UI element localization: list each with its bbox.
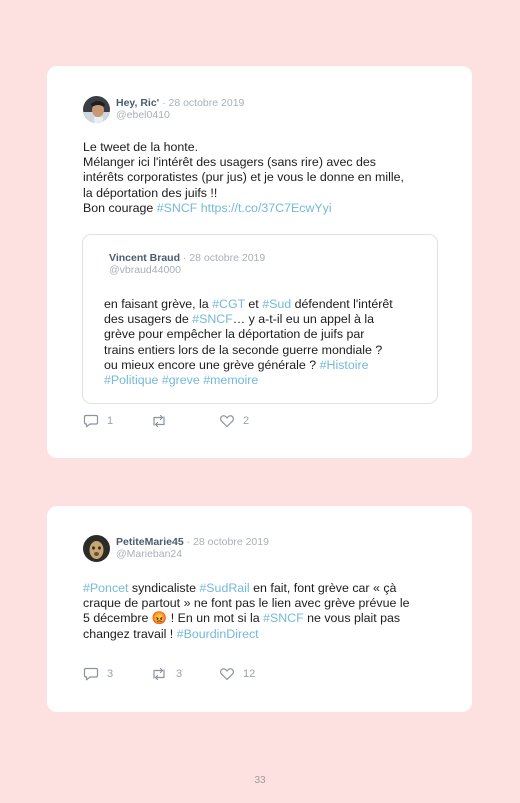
retweet-count: 3 — [176, 668, 183, 680]
hashtag-link[interactable]: #memoire — [203, 373, 258, 387]
tweet-header: PetiteMarie45 · 28 octobre 2019 @Marieba… — [116, 536, 269, 560]
quoted-line: trains entiers lors de la seconde guerre… — [104, 342, 383, 357]
retweet-icon — [150, 414, 168, 428]
tweet-line: #Poncet syndicaliste #SudRail en fait, f… — [83, 581, 453, 596]
quoted-date[interactable]: · 28 octobre 2019 — [183, 252, 265, 264]
like-button[interactable]: 12 — [219, 667, 255, 681]
tweet-line: Mélanger ici l'intérêt des usagers (sans… — [83, 155, 376, 170]
quoted-username[interactable]: Vincent Braud — [109, 252, 180, 264]
hashtag-link[interactable]: #SNCF — [192, 312, 233, 326]
tweet-line: Bon courage #SNCF https://t.co/37C7EcwYy… — [83, 201, 443, 216]
url-link[interactable]: https://t.co/37C7EcwYyi — [197, 201, 332, 215]
like-icon — [219, 414, 235, 428]
hashtag-link[interactable]: #Histoire — [320, 358, 369, 372]
text-segment: des usagers de — [104, 312, 193, 327]
text-segment: syndicaliste — [128, 581, 200, 595]
user-handle[interactable]: @Marieban24 — [116, 548, 182, 560]
text-segment: changez travail ! — [83, 626, 177, 641]
quoted-line: ou mieux encore une grève générale ? #Hi… — [104, 358, 424, 373]
like-icon — [219, 667, 235, 681]
quoted-tweet-header: Vincent Braud · 28 octobre 2019 @vbraud4… — [109, 252, 265, 276]
tweet-card-2: PetiteMarie45 · 28 octobre 2019 @Marieba… — [47, 506, 472, 712]
page-number: 33 — [254, 775, 266, 786]
hashtag-link[interactable]: #greve — [162, 373, 200, 387]
username[interactable]: Hey, Ric' — [116, 97, 159, 109]
hashtag-link[interactable]: #SNCF — [263, 611, 304, 625]
retweet-button[interactable]: 3 — [150, 667, 182, 681]
reply-icon — [83, 667, 99, 681]
text-segment: en fait, font grève car « çà — [249, 581, 397, 595]
quoted-line: en faisant grève, la #CGT et #Sud défend… — [104, 297, 424, 312]
tweet-text: Le tweet de la honte. Mélanger ici l'int… — [83, 140, 443, 216]
quoted-handle[interactable]: @vbraud44000 — [109, 264, 181, 276]
text-segment: défendent l'intérêt — [291, 297, 393, 311]
user-handle[interactable]: @ebel0410 — [116, 109, 170, 121]
reply-button[interactable]: 3 — [83, 667, 113, 681]
text-segment: … y a-t-il eu un appel à la — [232, 312, 374, 327]
text-segment: ! En un mot si la — [167, 611, 264, 626]
angry-emoji-icon: 😡 — [151, 611, 168, 626]
tweet-line: Le tweet de la honte. — [83, 140, 199, 154]
text-segment: en faisant grève, la — [104, 297, 213, 311]
text-segment: ou mieux encore une grève générale ? — [104, 357, 320, 372]
hashtag-link[interactable]: #SudRail — [199, 581, 249, 595]
hashtag-link[interactable]: #Poncet — [83, 581, 128, 595]
text-segment: et — [244, 297, 263, 311]
reply-count: 1 — [107, 415, 114, 427]
quoted-line: #Politique #greve #memoire — [104, 373, 424, 388]
tweet-text: #Poncet syndicaliste #SudRail en fait, f… — [83, 581, 453, 642]
hashtag-link[interactable]: #Politique — [104, 373, 158, 387]
tweet-line: craque de partout » ne font pas le lien … — [83, 596, 410, 611]
tweet-date[interactable]: · 28 octobre 2019 — [162, 97, 244, 109]
hashtag-link[interactable]: #BourdinDirect — [177, 627, 259, 641]
quoted-line: des usagers de #SNCF… y a-t-il eu un app… — [104, 312, 424, 327]
quoted-tweet[interactable]: Vincent Braud · 28 octobre 2019 @vbraud4… — [82, 234, 438, 404]
hashtag-link[interactable]: #SNCF — [157, 201, 198, 215]
quoted-tweet-text: en faisant grève, la #CGT et #Sud défend… — [104, 297, 424, 388]
hashtag-link[interactable]: #CGT — [212, 297, 245, 311]
text-segment: 5 décembre — [83, 611, 152, 626]
tweet-header: Hey, Ric' · 28 octobre 2019 @ebel0410 — [116, 97, 244, 121]
text-segment: Bon courage — [83, 200, 157, 215]
retweet-icon — [150, 667, 168, 681]
retweet-button[interactable] — [150, 414, 176, 428]
avatar[interactable] — [83, 96, 110, 123]
quoted-line: grève pour empêcher la déportation de ju… — [104, 327, 365, 342]
hashtag-link[interactable]: #Sud — [262, 297, 291, 311]
tweet-line: changez travail ! #BourdinDirect — [83, 627, 453, 642]
tweet-line: 5 décembre 😡 ! En un mot si la #SNCF ne … — [83, 611, 453, 626]
reply-icon — [83, 414, 99, 428]
like-count: 12 — [243, 668, 256, 680]
like-count: 2 — [243, 415, 250, 427]
reply-count: 3 — [107, 668, 114, 680]
tweet-line: intérêts corporatistes (pur jus) et je v… — [83, 170, 404, 185]
reply-button[interactable]: 1 — [83, 414, 113, 428]
tweet-date[interactable]: · 28 octobre 2019 — [187, 536, 269, 548]
tweet-card-1: Hey, Ric' · 28 octobre 2019 @ebel0410 Le… — [47, 66, 472, 458]
tweet-line: la déportation des juifs !! — [83, 185, 218, 200]
text-segment: ne vous plait pas — [303, 611, 401, 626]
username[interactable]: PetiteMarie45 — [116, 536, 184, 548]
like-button[interactable]: 2 — [219, 414, 249, 428]
avatar[interactable] — [83, 535, 110, 562]
